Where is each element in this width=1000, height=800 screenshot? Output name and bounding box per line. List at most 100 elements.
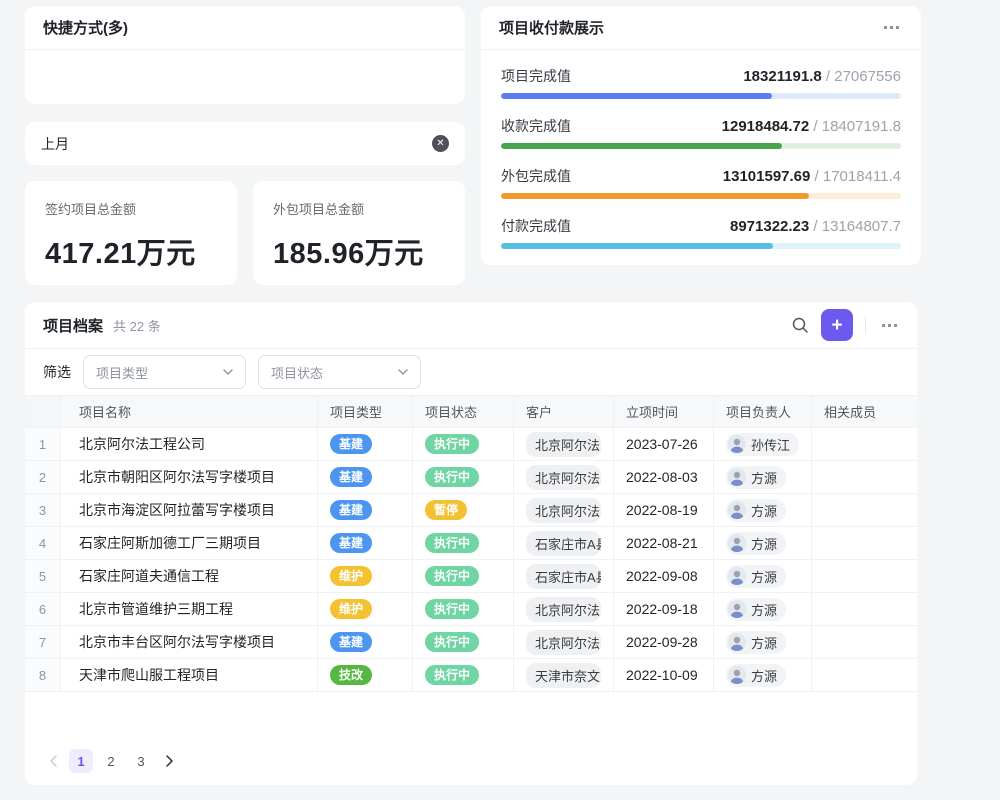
progress-value: 13101597.69: [723, 168, 811, 185]
progress-track: [501, 243, 901, 249]
progress-target: / 17018411.4: [810, 168, 901, 185]
col-members[interactable]: 相关成员: [812, 396, 917, 427]
project-name-cell[interactable]: 北京市朝阳区阿尔法写字楼项目: [61, 461, 318, 493]
project-status-dropdown[interactable]: 项目状态: [258, 355, 421, 389]
customer-pill: 北京阿尔法工: [526, 597, 601, 622]
avatar: [728, 468, 746, 486]
progress-label: 外包完成值: [501, 166, 571, 186]
project-status-badge: 执行中: [425, 599, 479, 619]
project-type-dropdown[interactable]: 项目类型: [83, 355, 246, 389]
progress-target: / 13164807.7: [809, 218, 901, 235]
avatar: [728, 567, 746, 585]
progress-value: 12918484.72: [722, 118, 810, 135]
stat-card-signed-amount: 签约项目总金额 417.21万元: [25, 181, 237, 285]
col-project-name[interactable]: 项目名称: [61, 396, 318, 427]
table-title: 项目档案: [43, 315, 103, 336]
col-project-status[interactable]: 项目状态: [413, 396, 514, 427]
table-row[interactable]: 1 北京阿尔法工程公司 基建 执行中 北京阿尔法工 2023-07-26 孙传江: [25, 428, 917, 461]
row-number: 8: [25, 659, 61, 691]
owner-pill: 孙传江: [726, 433, 799, 456]
col-owner[interactable]: 项目负责人: [714, 396, 812, 427]
progress-group: 外包完成值 13101597.69 / 17018411.4: [501, 166, 901, 199]
customer-pill: 石家庄市A县: [526, 531, 601, 556]
project-type-badge: 基建: [330, 533, 372, 553]
table-row[interactable]: 8 天津市爬山服工程项目 技改 执行中 天津市奈文摩 2022-10-09 方源: [25, 659, 917, 692]
owner-name: 方源: [751, 666, 777, 685]
page-button-1[interactable]: 1: [69, 749, 93, 773]
payments-card: 项目收付款展示 项目完成值 18321191.8 / 27067556 收款完成…: [481, 6, 921, 265]
date-filter-label: 上月: [41, 134, 69, 154]
customer-pill: 天津市奈文摩: [526, 663, 601, 688]
prev-page-icon[interactable]: [43, 749, 63, 773]
projects-table-card: 项目档案 共 22 条 + 筛选 项目类型: [25, 302, 917, 785]
progress-value: 18321191.8: [743, 68, 821, 85]
project-status-badge: 执行中: [425, 533, 479, 553]
avatar: [728, 501, 746, 519]
progress-values: 12918484.72 / 18407191.8: [722, 118, 901, 135]
pagination: 1 2 3: [43, 749, 179, 773]
page-button-3[interactable]: 3: [129, 749, 153, 773]
payments-title: 项目收付款展示: [499, 17, 604, 38]
project-status-badge: 执行中: [425, 665, 479, 685]
table-body: 1 北京阿尔法工程公司 基建 执行中 北京阿尔法工 2023-07-26 孙传江…: [25, 428, 917, 692]
add-record-button[interactable]: +: [821, 309, 853, 341]
divider: [865, 317, 866, 333]
owner-name: 方源: [751, 468, 777, 487]
table-row[interactable]: 6 北京市管道维护三期工程 维护 执行中 北京阿尔法工 2022-09-18 方…: [25, 593, 917, 626]
progress-value: 8971322.23: [730, 218, 809, 235]
owner-name: 方源: [751, 534, 777, 553]
next-page-icon[interactable]: [159, 749, 179, 773]
owner-pill: 方源: [726, 532, 786, 555]
search-icon[interactable]: [791, 316, 809, 334]
table-row[interactable]: 7 北京市丰台区阿尔法写字楼项目 基建 执行中 北京阿尔法工 2022-09-2…: [25, 626, 917, 659]
filter-label: 筛选: [43, 362, 71, 382]
progress-target: / 18407191.8: [809, 118, 901, 135]
table-column-header-row: 项目名称 项目类型 项目状态 客户 立项时间 项目负责人 相关成员: [25, 396, 917, 428]
table-more-icon[interactable]: [878, 320, 901, 331]
progress-values: 13101597.69 / 17018411.4: [723, 168, 901, 185]
project-name-cell[interactable]: 北京市海淀区阿拉蕾写字楼项目: [61, 494, 318, 526]
project-name-cell[interactable]: 石家庄阿道夫通信工程: [61, 560, 318, 592]
members-cell: [812, 626, 917, 658]
project-name-cell[interactable]: 天津市爬山服工程项目: [61, 659, 318, 691]
start-date-cell: 2022-09-18: [614, 593, 714, 625]
col-project-type[interactable]: 项目类型: [318, 396, 413, 427]
members-cell: [812, 428, 917, 460]
date-filter-chip[interactable]: 上月 ✕: [25, 122, 465, 165]
project-status-badge: 执行中: [425, 566, 479, 586]
owner-pill: 方源: [726, 598, 786, 621]
table-row[interactable]: 2 北京市朝阳区阿尔法写字楼项目 基建 执行中 北京阿尔法工 2022-08-0…: [25, 461, 917, 494]
project-name-cell[interactable]: 北京阿尔法工程公司: [61, 428, 318, 460]
progress-group: 收款完成值 12918484.72 / 18407191.8: [501, 116, 901, 149]
project-status-badge: 执行中: [425, 434, 479, 454]
customer-pill: 北京阿尔法工: [526, 432, 601, 457]
customer-pill: 北京阿尔法工: [526, 630, 601, 655]
project-name-cell[interactable]: 石家庄阿斯加德工厂三期项目: [61, 527, 318, 559]
col-start-date[interactable]: 立项时间: [614, 396, 714, 427]
owner-name: 孙传江: [751, 435, 790, 454]
project-type-badge: 基建: [330, 632, 372, 652]
dashboard: 快捷方式(多) 上月 ✕ 签约项目总金额 417.21万元 外包项目总金额 18…: [0, 0, 1000, 800]
start-date-cell: 2022-09-08: [614, 560, 714, 592]
stat-card-outsource-amount: 外包项目总金额 185.96万元: [253, 181, 465, 285]
members-cell: [812, 494, 917, 526]
table-row[interactable]: 5 石家庄阿道夫通信工程 维护 执行中 石家庄市A县 2022-09-08 方源: [25, 560, 917, 593]
project-status-badge: 暂停: [425, 500, 467, 520]
table-row[interactable]: 3 北京市海淀区阿拉蕾写字楼项目 基建 暂停 北京阿尔法工 2022-08-19…: [25, 494, 917, 527]
avatar: [728, 435, 746, 453]
page-button-2[interactable]: 2: [99, 749, 123, 773]
members-cell: [812, 527, 917, 559]
progress-values: 18321191.8 / 27067556: [743, 68, 901, 85]
project-type-badge: 基建: [330, 467, 372, 487]
col-customer[interactable]: 客户: [514, 396, 614, 427]
table-row[interactable]: 4 石家庄阿斯加德工厂三期项目 基建 执行中 石家庄市A县 2022-08-21…: [25, 527, 917, 560]
owner-name: 方源: [751, 501, 777, 520]
more-icon[interactable]: [880, 22, 903, 33]
project-type-badge: 维护: [330, 599, 372, 619]
project-name-cell[interactable]: 北京市管道维护三期工程: [61, 593, 318, 625]
progress-fill: [501, 193, 809, 199]
clear-filter-icon[interactable]: ✕: [432, 135, 449, 152]
shortcuts-card: 快捷方式(多): [25, 6, 465, 104]
project-name-cell[interactable]: 北京市丰台区阿尔法写字楼项目: [61, 626, 318, 658]
row-number: 3: [25, 494, 61, 526]
